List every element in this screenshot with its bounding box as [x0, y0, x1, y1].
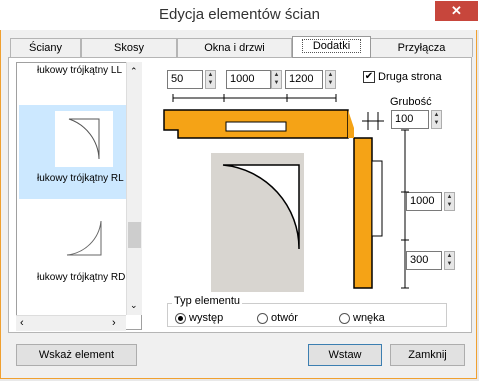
- tab-slopes[interactable]: Skosy: [81, 38, 177, 57]
- chevron-up-icon[interactable]: ⌃: [130, 66, 138, 77]
- second-side-checkbox[interactable]: ✔: [363, 71, 375, 83]
- list-vertical-scrollbar[interactable]: ⌃ ⌄: [126, 62, 142, 315]
- tab-additions-label: Dodatki: [301, 39, 362, 53]
- close-button[interactable]: Zamknij: [390, 344, 465, 366]
- thickness-stepper[interactable]: ▲ ▼: [431, 110, 442, 129]
- insert-button[interactable]: Wstaw: [308, 344, 382, 366]
- dim-b-stepper[interactable]: ▲ ▼: [271, 70, 282, 89]
- chevron-down-icon[interactable]: ⌄: [130, 300, 138, 311]
- window-title: Edycja elementów ścian: [159, 6, 320, 23]
- element-list[interactable]: łukowy trójkątny LL łukowy trójkątny RL …: [16, 62, 142, 330]
- arc-shape-icon: [68, 118, 100, 160]
- arc-shape-icon: [66, 220, 102, 256]
- element-preview: [211, 153, 304, 292]
- preview-thumbnail-rd: [53, 215, 111, 261]
- dim-b-input[interactable]: 1000: [226, 70, 271, 89]
- list-horizontal-scrollbar[interactable]: ‹ ›: [16, 315, 126, 331]
- dim-a-stepper[interactable]: ▲ ▼: [205, 70, 216, 89]
- show-element-button[interactable]: Wskaż element: [16, 344, 137, 366]
- chevron-right-icon[interactable]: ›: [112, 317, 116, 329]
- arc-shape-icon: [222, 164, 300, 250]
- tab-additions[interactable]: Dodatki: [292, 36, 371, 58]
- dim-a-input[interactable]: 50: [167, 70, 203, 89]
- height-stepper[interactable]: ▲ ▼: [444, 192, 455, 211]
- radio-recess[interactable]: [339, 313, 350, 324]
- list-item[interactable]: łukowy trójkątny RD: [37, 272, 139, 283]
- scroll-thumb[interactable]: [128, 222, 141, 248]
- tab-windows-doors[interactable]: Okna i drzwi: [177, 38, 292, 57]
- list-item-label: łukowy trójkątny RL: [37, 173, 124, 184]
- chevron-left-icon[interactable]: ‹: [20, 317, 24, 329]
- bottom-stepper[interactable]: ▲ ▼: [444, 251, 455, 270]
- list-item[interactable]: łukowy trójkątny LL: [37, 65, 139, 76]
- dim-c-stepper[interactable]: ▲ ▼: [325, 70, 336, 89]
- radio-protrusion[interactable]: [175, 313, 186, 324]
- second-side-label: Druga strona: [378, 71, 442, 83]
- preview-thumbnail-rl: [55, 111, 113, 167]
- height-input[interactable]: 1000: [406, 192, 442, 211]
- bottom-input[interactable]: 300: [406, 251, 442, 270]
- dim-c-input[interactable]: 1200: [285, 70, 323, 89]
- list-item-selected[interactable]: łukowy trójkątny RL: [19, 105, 127, 199]
- radio-recess-label: wnęka: [353, 312, 385, 324]
- radio-protrusion-label: występ: [189, 312, 224, 324]
- close-window-button[interactable]: ✕: [435, 1, 478, 21]
- radio-opening[interactable]: [257, 313, 268, 324]
- tab-connections[interactable]: Przyłącza: [370, 38, 473, 57]
- element-type-legend: Typ elementu: [172, 295, 243, 307]
- radio-opening-label: otwór: [271, 312, 298, 324]
- tab-walls[interactable]: Ściany: [10, 38, 81, 57]
